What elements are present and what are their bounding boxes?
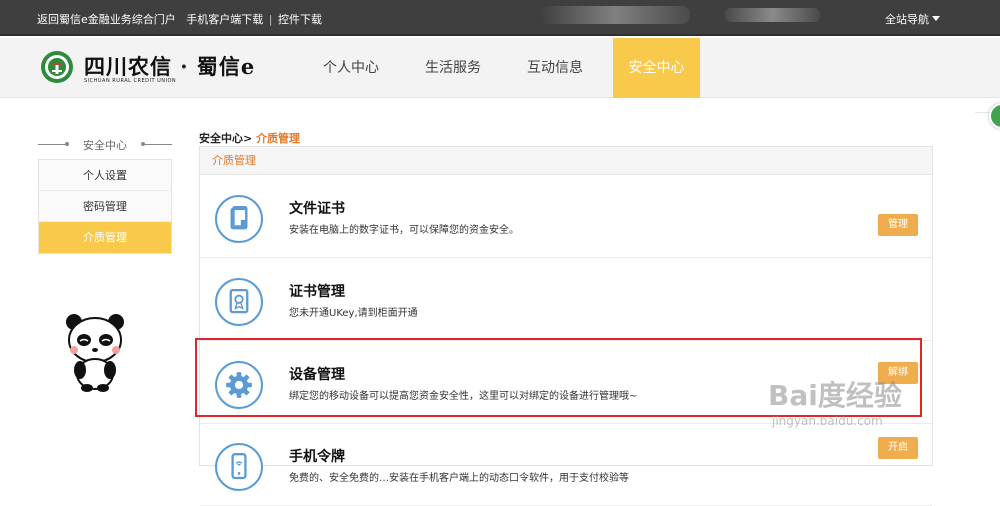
- blurred-region: [725, 8, 820, 22]
- sidebar-menu: 个人设置 密码管理 介质管理: [38, 159, 172, 254]
- nav-interactive-info[interactable]: 互动信息: [514, 38, 596, 98]
- floating-service-button[interactable]: [989, 103, 1000, 129]
- list-item: 手机令牌 免费的、安全免费的…安装在手机客户端上的动态口令软件，用于支付校验等 …: [200, 424, 932, 506]
- caret-down-icon: [932, 16, 940, 21]
- row-description: 安装在电脑上的数字证书，可以保障您的资金安全。: [289, 225, 519, 236]
- list-item: 文件证书 安装在电脑上的数字证书，可以保障您的资金安全。 管理: [200, 176, 932, 258]
- site-nav-label: 全站导航: [885, 13, 929, 26]
- breadcrumb: 安全中心> 介质管理: [199, 130, 300, 146]
- breadcrumb-current: 介质管理: [256, 132, 301, 145]
- row-description: 免费的、安全免费的…安装在手机客户端上的动态口令软件，用于支付校验等: [289, 473, 629, 484]
- sidebar-item-personal-settings[interactable]: 个人设置: [39, 160, 171, 191]
- site-nav-dropdown[interactable]: 全站导航: [885, 11, 940, 27]
- row-title: 手机令牌: [289, 449, 345, 465]
- header: 四川农信 · 蜀信e SICHUAN RURAL CREDIT UNION 个人…: [0, 38, 1000, 98]
- link-separator: |: [268, 13, 273, 26]
- panel-title: 介质管理: [200, 147, 932, 175]
- sidebar-title-text: 安全中心: [83, 139, 127, 152]
- row-description: 您未开通UKey,请到柜面开通: [289, 308, 418, 319]
- blurred-region: [540, 6, 690, 24]
- sidebar-title: 安全中心: [38, 137, 172, 152]
- enable-button[interactable]: 开启: [878, 437, 918, 459]
- top-links: 返回蜀信e金融业务综合门户 手机客户端下载 | 控件下载: [37, 11, 322, 27]
- row-title: 证书管理: [289, 284, 345, 300]
- certificate-manage-icon: [215, 278, 263, 326]
- highlight-box: [195, 338, 922, 417]
- portal-link[interactable]: 返回蜀信e金融业务综合门户: [37, 13, 176, 26]
- top-bar: 返回蜀信e金融业务综合门户 手机客户端下载 | 控件下载 全站导航: [0, 0, 1000, 36]
- nav-life-services[interactable]: 生活服务: [412, 38, 494, 98]
- plugin-download-link[interactable]: 控件下载: [278, 13, 322, 26]
- nav-security-center[interactable]: 安全中心: [613, 38, 700, 98]
- logo-subtext: SICHUAN RURAL CREDIT UNION: [84, 78, 177, 84]
- nav-personal-center[interactable]: 个人中心: [310, 38, 392, 98]
- certificate-file-icon: [215, 195, 263, 243]
- logo-emblem-icon: [41, 51, 73, 83]
- logo-text: 四川农信 · 蜀信e: [84, 54, 256, 79]
- list-item: 证书管理 您未开通UKey,请到柜面开通: [200, 259, 932, 341]
- mobile-download-link[interactable]: 手机客户端下载: [186, 13, 263, 26]
- sidebar-item-password-management[interactable]: 密码管理: [39, 191, 171, 222]
- breadcrumb-parent[interactable]: 安全中心>: [199, 132, 252, 145]
- row-title: 文件证书: [289, 201, 345, 217]
- sidebar-item-media-management[interactable]: 介质管理: [39, 222, 171, 253]
- panda-mascot-icon: [66, 314, 124, 392]
- divider: [144, 144, 172, 145]
- logo[interactable]: 四川农信 · 蜀信e SICHUAN RURAL CREDIT UNION: [40, 48, 270, 90]
- mobile-token-icon: [215, 443, 263, 491]
- media-management-panel: 介质管理 文件证书 安装在电脑上的数字证书，可以保障您的资金安全。 管理 证书管…: [199, 146, 933, 506]
- manage-button[interactable]: 管理: [878, 214, 918, 236]
